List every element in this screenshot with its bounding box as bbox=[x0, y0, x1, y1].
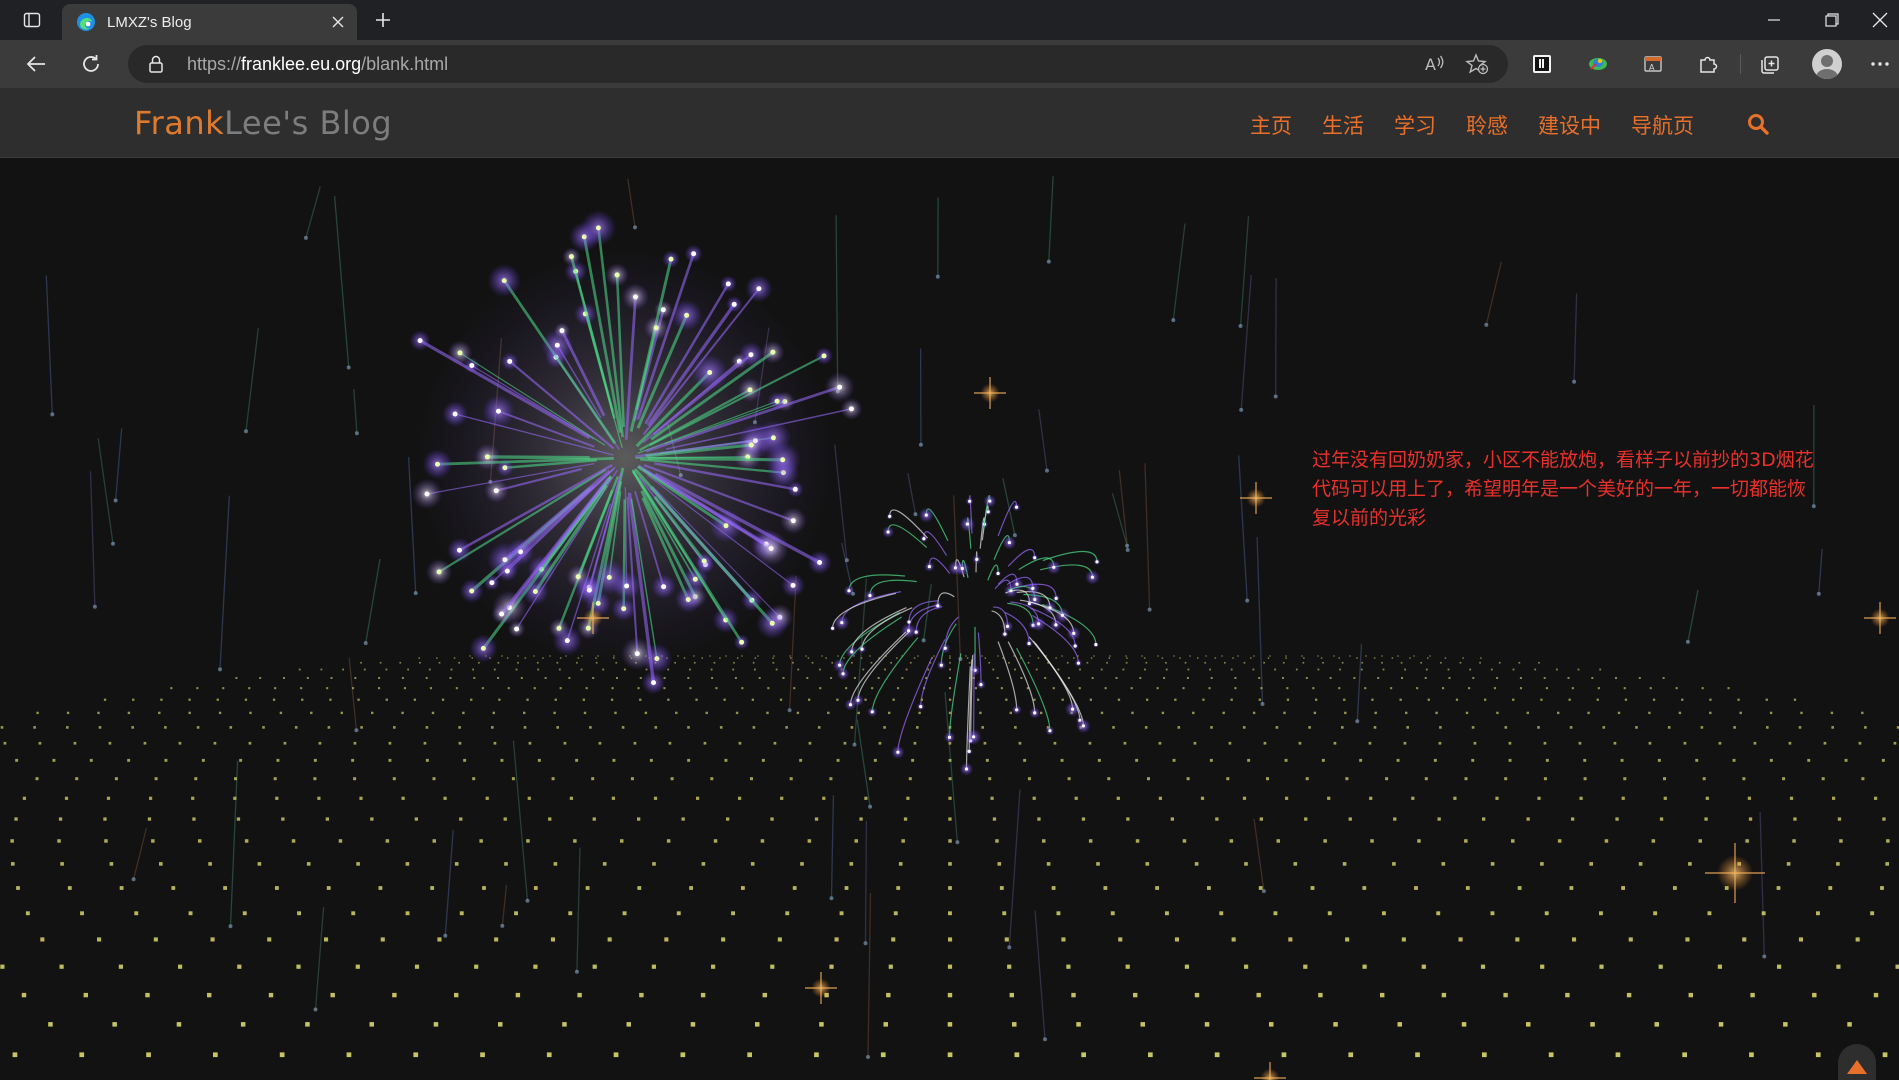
browser-tab-active[interactable]: LMXZ's Blog bbox=[62, 4, 357, 40]
url-text[interactable]: https://franklee.eu.org/blank.html bbox=[187, 54, 448, 75]
add-favorite-icon[interactable] bbox=[1464, 52, 1490, 76]
browser-tabstrip: LMXZ's Blog bbox=[0, 0, 1899, 40]
nav-item-home[interactable]: 主页 bbox=[1250, 110, 1292, 140]
edge-favicon-icon bbox=[75, 11, 97, 33]
extension-ublock-icon[interactable] bbox=[1526, 48, 1558, 80]
url-path: /blank.html bbox=[361, 54, 449, 74]
nav-item-life[interactable]: 生活 bbox=[1322, 110, 1364, 140]
nav-item-study[interactable]: 学习 bbox=[1394, 110, 1436, 140]
new-year-message: 过年没有回奶奶家，小区不能放炮，看样子以前抄的3D烟花代码可以用上了，希望明年是… bbox=[1312, 449, 1814, 529]
svg-text:A: A bbox=[1425, 55, 1436, 74]
collections-icon[interactable] bbox=[1754, 48, 1786, 80]
tab-actions-icon[interactable] bbox=[12, 6, 52, 34]
fireworks-scene[interactable]: 过年没有回奶奶家，小区不能放炮，看样子以前抄的3D烟花代码可以用上了，希望明年是… bbox=[0, 158, 1899, 1080]
minimize-icon[interactable] bbox=[1745, 0, 1803, 40]
refresh-icon[interactable] bbox=[73, 46, 109, 82]
avatar[interactable] bbox=[1812, 49, 1842, 79]
nav-item-navigation[interactable]: 导航页 bbox=[1631, 110, 1694, 140]
toolbar-divider bbox=[1740, 54, 1741, 74]
browser-toolbar: https://franklee.eu.org/blank.html A A bbox=[0, 40, 1899, 88]
back-arrow-icon[interactable] bbox=[18, 46, 54, 82]
brand-part-2: Lee's Blog bbox=[224, 104, 393, 142]
extension-colorful-icon[interactable] bbox=[1582, 48, 1614, 80]
svg-text:A: A bbox=[1649, 63, 1655, 72]
close-icon[interactable] bbox=[327, 11, 349, 33]
nav-item-listen[interactable]: 聆感 bbox=[1466, 110, 1508, 140]
caret-up-icon[interactable] bbox=[1842, 1052, 1872, 1080]
dot-grid-floor bbox=[0, 655, 1899, 1058]
nav-item-building[interactable]: 建设中 bbox=[1538, 110, 1601, 140]
search-icon[interactable] bbox=[1746, 112, 1770, 136]
plus-icon[interactable] bbox=[368, 6, 398, 34]
address-bar[interactable]: https://franklee.eu.org/blank.html A bbox=[128, 45, 1508, 83]
brand-part-1: Frank bbox=[134, 104, 225, 142]
lock-icon[interactable] bbox=[146, 54, 166, 74]
page-content: FrankLee's Blog 主页 生活 学习 聆感 建设中 导航页 过年没有… bbox=[0, 88, 1899, 1080]
fireworks-canvas[interactable] bbox=[0, 158, 1899, 1080]
read-aloud-icon[interactable]: A bbox=[1422, 52, 1448, 76]
puzzle-icon[interactable] bbox=[1692, 48, 1724, 80]
site-navbar: FrankLee's Blog 主页 生活 学习 聆感 建设中 导航页 bbox=[0, 88, 1899, 158]
close-window-icon[interactable] bbox=[1851, 0, 1899, 40]
nav-menu: 主页 生活 学习 聆感 建设中 导航页 bbox=[1250, 110, 1724, 140]
firework-burst-small bbox=[829, 494, 1101, 776]
more-icon[interactable] bbox=[1864, 48, 1896, 80]
url-host: franklee.eu.org bbox=[241, 54, 362, 74]
scroll-buttons bbox=[1838, 1044, 1876, 1080]
falling-trails bbox=[45, 176, 1823, 1059]
url-scheme: https:// bbox=[187, 54, 242, 74]
extension-translate-icon[interactable]: A bbox=[1637, 48, 1669, 80]
tab-title: LMXZ's Blog bbox=[107, 13, 192, 31]
site-brand[interactable]: FrankLee's Blog bbox=[134, 104, 392, 142]
